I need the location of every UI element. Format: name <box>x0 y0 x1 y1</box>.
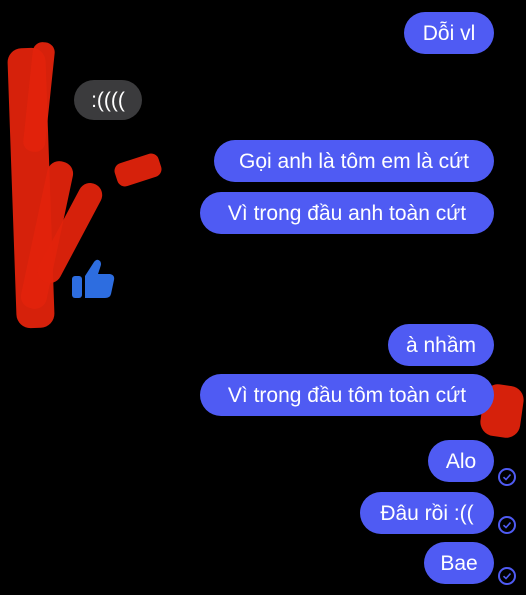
chat-thread: Dỗi vl :(((( Gọi anh là tôm em là cứt Vì… <box>0 0 526 595</box>
outgoing-message[interactable]: Vì trong đầu tôm toàn cứt <box>200 374 494 416</box>
message-text: :(((( <box>91 88 125 112</box>
message-text: à nhầm <box>405 333 477 357</box>
message-text: Bae <box>440 551 478 575</box>
thumbs-up-icon[interactable] <box>70 254 118 302</box>
read-check-icon <box>498 468 516 486</box>
outgoing-message[interactable]: Vì trong đầu anh toàn cứt <box>200 192 494 234</box>
message-text: Đâu rồi :(( <box>380 501 474 525</box>
outgoing-message[interactable]: Gọi anh là tôm em là cứt <box>214 140 494 182</box>
message-text: Dỗi vl <box>422 21 476 45</box>
message-text: Alo <box>445 449 477 473</box>
outgoing-message[interactable]: Alo <box>428 440 494 482</box>
outgoing-message[interactable]: Dỗi vl <box>404 12 494 54</box>
read-check-icon <box>498 516 516 534</box>
outgoing-message[interactable]: Bae <box>424 542 494 584</box>
message-text: Gọi anh là tôm em là cứt <box>239 149 469 173</box>
outgoing-message[interactable]: Đâu rồi :(( <box>360 492 494 534</box>
message-text: Vì trong đầu anh toàn cứt <box>227 201 467 225</box>
message-text: Vì trong đầu tôm toàn cứt <box>227 383 467 407</box>
outgoing-message[interactable]: à nhầm <box>388 324 494 366</box>
incoming-message[interactable]: :(((( <box>74 80 142 120</box>
redaction-mark <box>112 151 164 189</box>
read-check-icon <box>498 567 516 585</box>
